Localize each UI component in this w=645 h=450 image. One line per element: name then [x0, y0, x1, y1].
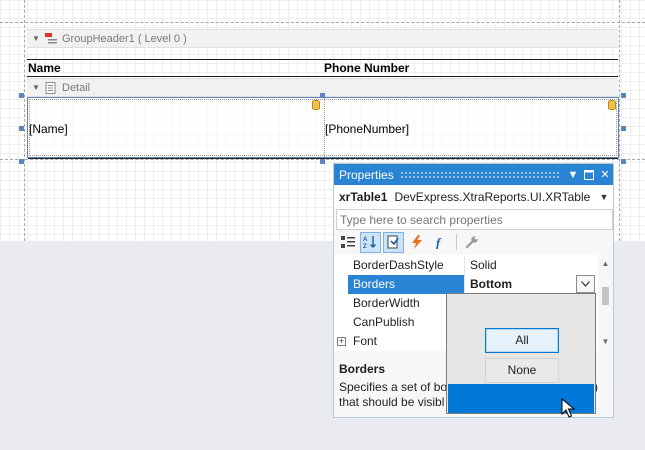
collapse-arrow-icon[interactable]: ▼	[27, 34, 45, 43]
scroll-thumb[interactable]	[602, 287, 609, 305]
detail-cell-name[interactable]: [Name]	[29, 122, 68, 136]
alphabetical-icon[interactable]: AZ	[360, 231, 381, 253]
borders-editor-popup: All None	[446, 293, 596, 414]
no-borders-button[interactable]: None	[485, 358, 559, 383]
panel-options-icon[interactable]: ▼	[565, 167, 581, 183]
property-name: Borders	[348, 275, 464, 294]
svg-text:A: A	[363, 237, 368, 243]
property-row-borderdashstyle[interactable]: BorderDashStyle Solid	[334, 256, 598, 275]
group-header-icon	[45, 32, 57, 45]
property-value[interactable]: Solid	[464, 256, 598, 275]
band-guide-top	[0, 22, 645, 23]
resize-handle[interactable]	[320, 93, 325, 98]
margin-guide-right	[619, 0, 620, 241]
expand-icon[interactable]: +	[334, 332, 348, 351]
resize-handle[interactable]	[621, 93, 626, 98]
property-row-borders[interactable]: Borders Bottom	[334, 275, 598, 294]
toolbar-separator	[456, 234, 457, 250]
group-header-band[interactable]: ▼ GroupHeader1 ( Level 0 )	[27, 29, 618, 48]
categorized-icon[interactable]	[337, 232, 358, 253]
object-selector[interactable]: xrTable1 DevExpress.XtraReports.UI.XRTab…	[334, 185, 613, 209]
detail-table[interactable]: [Name] [PhoneNumber]	[27, 97, 619, 159]
resize-handle[interactable]	[320, 159, 325, 164]
chevron-down-icon[interactable]: ▼	[595, 192, 613, 202]
svg-text:Z: Z	[363, 244, 367, 249]
table-inner-border	[29, 99, 617, 156]
data-binding-icon	[312, 100, 320, 110]
expressions-icon[interactable]: f	[429, 232, 450, 253]
properties-title: Properties	[339, 167, 394, 182]
detail-band-label: Detail	[62, 81, 91, 94]
resize-handle[interactable]	[19, 126, 24, 131]
collapse-arrow-icon[interactable]: ▼	[27, 83, 45, 92]
resize-handle[interactable]	[621, 126, 626, 131]
mouse-pointer-icon	[561, 398, 575, 418]
resize-handle[interactable]	[19, 93, 24, 98]
group-header-label: GroupHeader1 ( Level 0 )	[62, 32, 187, 45]
scroll-down-icon[interactable]: ▼	[598, 335, 613, 349]
drag-grip[interactable]	[399, 170, 559, 179]
property-grid-scrollbar[interactable]: ▲ ▼	[598, 255, 613, 351]
data-binding-icon	[608, 100, 616, 110]
property-search-input[interactable]	[336, 209, 613, 230]
close-icon[interactable]: ✕	[597, 167, 613, 183]
header-bottom-line	[27, 76, 618, 77]
all-borders-button[interactable]: All	[485, 328, 559, 353]
object-type: DevExpress.XtraReports.UI.XRTable	[394, 190, 591, 204]
detail-band-icon	[45, 81, 57, 94]
header-cell-phone[interactable]: Phone Number	[324, 61, 409, 75]
property-pages-icon[interactable]	[383, 231, 404, 253]
scroll-up-icon[interactable]: ▲	[598, 257, 613, 271]
header-top-line	[27, 59, 618, 60]
resize-handle[interactable]	[621, 159, 626, 164]
properties-title-bar[interactable]: Properties ▼ ✕	[334, 164, 613, 185]
object-name: xrTable1	[339, 190, 388, 204]
resize-handle[interactable]	[19, 159, 24, 164]
wrench-icon[interactable]	[461, 232, 482, 253]
margin-guide-left	[24, 0, 25, 241]
svg-text:f: f	[436, 235, 442, 249]
events-icon[interactable]	[406, 232, 427, 253]
header-cell-name[interactable]: Name	[28, 61, 61, 75]
description-line-1: Specifies a set of bor	[339, 380, 452, 394]
borders-dropdown-button[interactable]	[576, 275, 595, 293]
maximize-icon[interactable]	[581, 167, 597, 183]
properties-toolbar: AZ f	[337, 231, 484, 253]
detail-cell-phone[interactable]: [PhoneNumber]	[325, 122, 409, 136]
report-designer: ▼ GroupHeader1 ( Level 0 ) Name Phone Nu…	[0, 0, 645, 450]
property-name: BorderDashStyle	[353, 258, 444, 272]
description-line-2: that should be visibl	[339, 395, 445, 409]
